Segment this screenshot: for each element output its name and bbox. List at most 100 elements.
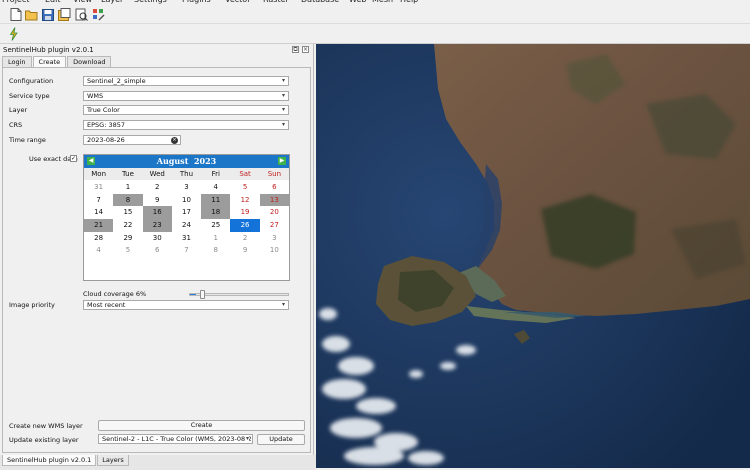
calendar-day[interactable]: 6: [143, 244, 172, 257]
menu-item-edit[interactable]: Edit: [45, 0, 61, 4]
calendar-day[interactable]: 31: [172, 232, 201, 245]
menu-item-vector[interactable]: Vector: [225, 0, 251, 4]
calendar-day[interactable]: 2: [230, 232, 259, 245]
calendar-day[interactable]: 27: [260, 219, 289, 232]
service-type-select[interactable]: WMS ▾: [83, 91, 289, 101]
open-project-icon[interactable]: [24, 7, 39, 22]
save-as-icon[interactable]: [57, 7, 72, 22]
cloud-coverage-slider[interactable]: [189, 290, 289, 299]
calendar-day[interactable]: 31: [84, 181, 113, 194]
calendar-year[interactable]: 2023: [194, 156, 216, 166]
calendar-day[interactable]: 22: [113, 219, 142, 232]
calendar-day[interactable]: 6: [260, 181, 289, 194]
dock-bottom-tabs: SentinelHub plugin v2.0.1 Layers: [0, 455, 316, 470]
calendar-day[interactable]: 4: [201, 181, 230, 194]
calendar-month[interactable]: August: [157, 156, 189, 166]
save-project-icon[interactable]: [40, 7, 55, 22]
next-month-icon[interactable]: ▶: [278, 157, 286, 165]
calendar-day[interactable]: 14: [84, 206, 113, 219]
calendar-day[interactable]: 23: [142, 219, 172, 232]
calendar-day[interactable]: 24: [172, 219, 201, 232]
sentinelhub-dock-panel: SentinelHub plugin v2.0.1 ⧉ × Login Crea…: [0, 44, 314, 455]
calendar-day[interactable]: 7: [84, 194, 113, 207]
calendar-day[interactable]: 21: [84, 219, 114, 232]
plugin-tabs: Login Create Download: [2, 56, 112, 68]
calendar-day[interactable]: 16: [142, 206, 172, 220]
print-layout-icon[interactable]: [74, 7, 89, 22]
calendar-day[interactable]: 19: [230, 206, 259, 219]
tab-layers[interactable]: Layers: [97, 455, 129, 466]
create-button[interactable]: Create: [98, 420, 305, 431]
calendar-day[interactable]: 7: [172, 244, 201, 257]
time-range-value: 2023-08-26: [87, 136, 125, 144]
menu-item-web[interactable]: Web: [349, 0, 366, 4]
calendar-day[interactable]: 10: [260, 244, 289, 257]
calendar-day[interactable]: 3: [260, 232, 289, 245]
calendar-day[interactable]: 18: [201, 206, 231, 220]
calendar-day[interactable]: 1: [201, 232, 230, 245]
calendar-day[interactable]: 30: [143, 232, 172, 245]
sentinelhub-icon[interactable]: [6, 26, 21, 41]
clear-icon[interactable]: ×: [171, 137, 178, 144]
chevron-down-icon: ▾: [281, 92, 285, 99]
calendar-day[interactable]: 13: [259, 193, 289, 207]
menu-item-layer[interactable]: Layer: [101, 0, 123, 4]
time-range-input[interactable]: 2023-08-26 ×: [83, 135, 181, 145]
calendar-day[interactable]: 1: [113, 181, 142, 194]
calendar-day[interactable]: 28: [84, 232, 113, 245]
calendar-day[interactable]: 10: [172, 194, 201, 207]
calendar-day[interactable]: 11: [201, 193, 231, 207]
crs-label: CRS: [9, 121, 23, 129]
weekday-sun: Sun: [267, 170, 282, 178]
image-priority-value: Most recent: [87, 301, 126, 309]
menu-item-mesh[interactable]: Mesh: [372, 0, 393, 4]
layer-select[interactable]: True Color ▾: [83, 105, 289, 115]
slider-fill: [190, 294, 196, 295]
calendar-day-selected[interactable]: 26: [230, 219, 260, 232]
time-range-label: Time range: [9, 136, 46, 144]
weekday-mon: Mon: [91, 170, 107, 178]
configuration-select[interactable]: Sentinel_2_simple ▾: [83, 76, 289, 86]
new-project-icon[interactable]: [8, 7, 23, 22]
use-exact-date-checkbox[interactable]: ✓: [70, 155, 77, 162]
calendar-day[interactable]: 9: [143, 194, 172, 207]
menu-item-view[interactable]: View: [73, 0, 92, 4]
calendar-day[interactable]: 5: [113, 244, 142, 257]
slider-handle[interactable]: [199, 290, 205, 299]
calendar-day[interactable]: 17: [172, 206, 201, 219]
update-button[interactable]: Update: [257, 434, 305, 445]
float-panel-icon[interactable]: ⧉: [292, 46, 299, 53]
map-canvas[interactable]: [316, 44, 750, 468]
calendar-day[interactable]: 3: [172, 181, 201, 194]
calendar-day[interactable]: 4: [84, 244, 113, 257]
menu-item-project[interactable]: Project: [2, 0, 29, 4]
update-existing-select[interactable]: Sentinel-2 - L1C - True Color (WMS, 2023…: [98, 434, 253, 444]
configuration-value: Sentinel_2_simple: [87, 77, 146, 85]
tab-login[interactable]: Login: [2, 56, 32, 67]
calendar-day[interactable]: 25: [201, 219, 230, 232]
menu-item-plugins[interactable]: Plugins: [182, 0, 211, 4]
image-priority-select[interactable]: Most recent ▾: [83, 300, 289, 310]
calendar-day[interactable]: 8: [201, 244, 230, 257]
menu-item-raster[interactable]: Raster: [263, 0, 289, 4]
style-manager-icon[interactable]: [91, 7, 106, 22]
calendar-day[interactable]: 2: [143, 181, 172, 194]
cloud-coverage-label: Cloud coverage 6%: [83, 290, 147, 298]
menu-item-database[interactable]: Database: [301, 0, 339, 4]
calendar-day[interactable]: 12: [230, 194, 259, 207]
calendar-day[interactable]: 8: [113, 193, 143, 207]
tab-sentinelhub-plugin[interactable]: SentinelHub plugin v2.0.1: [2, 455, 97, 466]
calendar-day[interactable]: 15: [113, 206, 142, 219]
close-panel-icon[interactable]: ×: [302, 46, 309, 53]
calendar-day[interactable]: 9: [230, 244, 259, 257]
menu-item-help[interactable]: Help: [400, 0, 418, 4]
crs-select[interactable]: EPSG: 3857 ▾: [83, 120, 289, 130]
calendar-day[interactable]: 20: [260, 206, 289, 219]
previous-month-icon[interactable]: ◀: [87, 157, 95, 165]
calendar-day[interactable]: 5: [230, 181, 259, 194]
chevron-down-icon: ▾: [281, 106, 285, 113]
layer-label: Layer: [9, 106, 28, 114]
tab-download[interactable]: Download: [67, 56, 112, 67]
menu-item-settings[interactable]: Settings: [134, 0, 167, 4]
calendar-day[interactable]: 29: [113, 232, 142, 245]
